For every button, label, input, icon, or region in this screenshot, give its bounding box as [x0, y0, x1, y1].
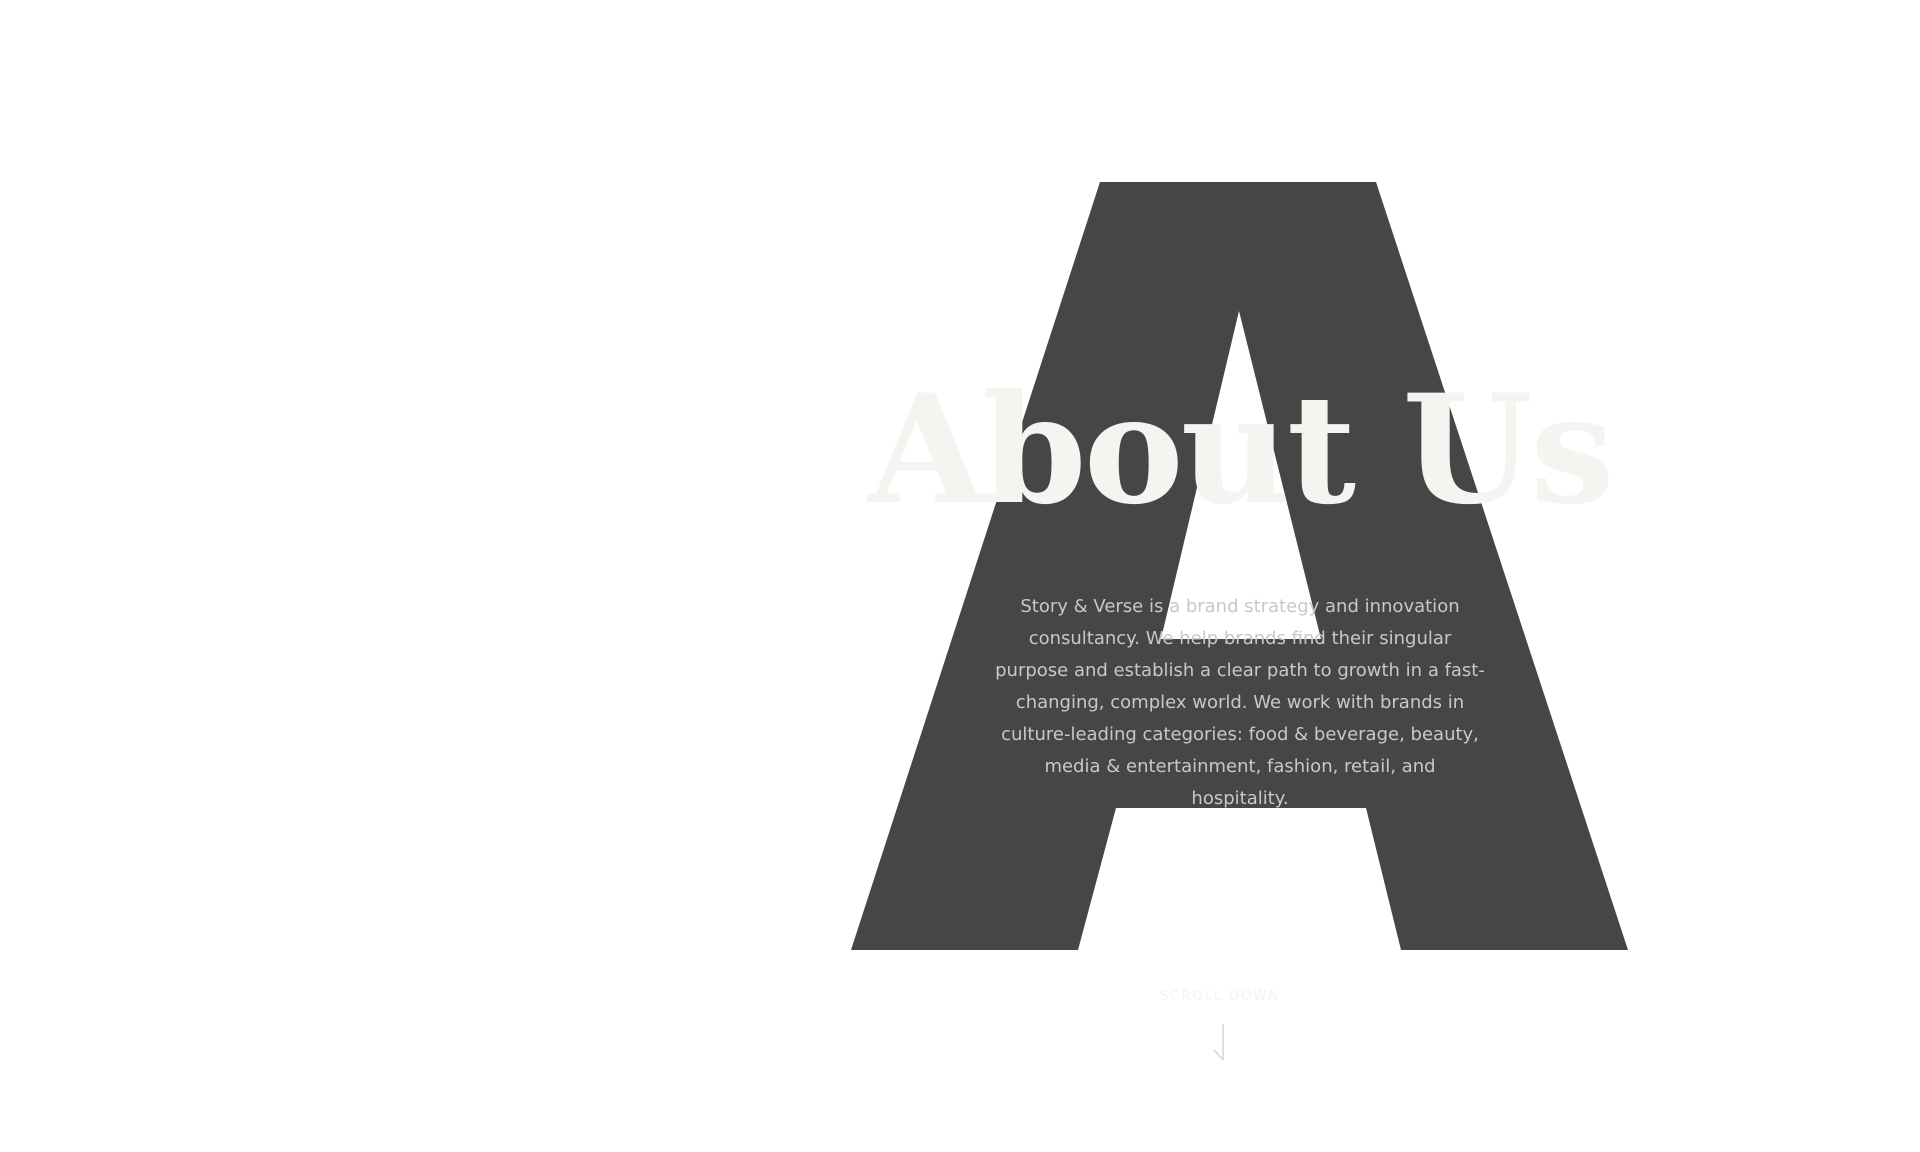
letter-a-shape: [851, 182, 1628, 950]
scroll-down-label[interactable]: SCROLL DOWN: [1120, 989, 1320, 1004]
page-title: About Us: [868, 362, 1614, 538]
arrow-down-icon[interactable]: [1200, 1022, 1240, 1064]
arrow-head: [1213, 1049, 1224, 1061]
letter-a-icon: [851, 182, 1628, 950]
intro-paragraph: Story & Verse is a brand strategy and in…: [995, 596, 1485, 809]
about-page: About Us Story & Verse is a brand strate…: [0, 0, 1920, 1152]
